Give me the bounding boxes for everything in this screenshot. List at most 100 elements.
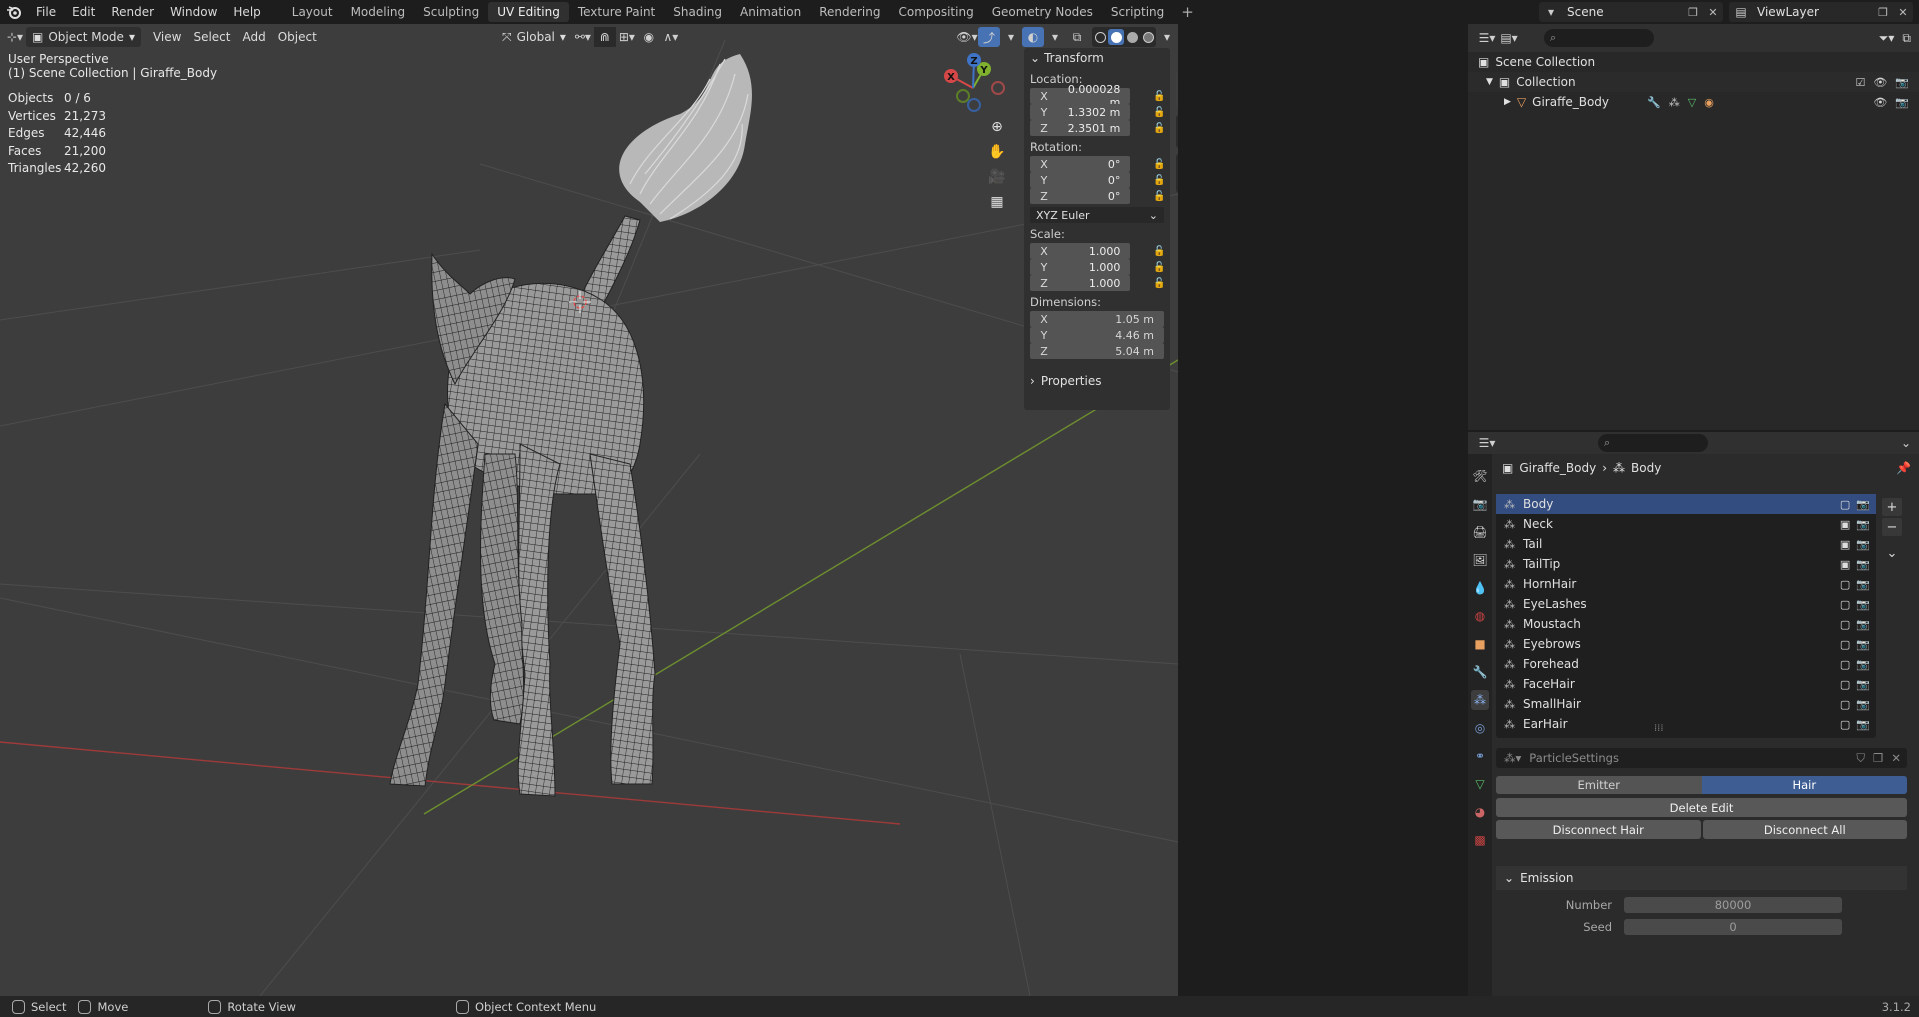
menu-window[interactable]: Window [162, 0, 225, 24]
show-viewport-icon[interactable]: ▣ [1840, 538, 1850, 551]
type-emitter-button[interactable]: Emitter [1496, 776, 1702, 794]
modifier-tab-icon[interactable]: 🔧 [1471, 662, 1489, 682]
dimensions-y-field[interactable]: Y 4.46 m [1030, 327, 1164, 343]
filter-icon[interactable]: ⏷▾ [1879, 31, 1895, 46]
particle-system-item[interactable]: ⁂ Body ▢ 📷 [1496, 494, 1876, 514]
physics-tab-icon[interactable]: ◎ [1471, 718, 1489, 738]
show-viewport-icon[interactable]: ▣ [1840, 558, 1850, 571]
show-viewport-icon[interactable]: ▢ [1840, 578, 1850, 591]
transform-orientation-dropdown[interactable]: ⤧ Global ▾ [496, 27, 572, 47]
delete-scene-icon[interactable]: ✕ [1703, 6, 1723, 19]
tab-geometry-nodes[interactable]: Geometry Nodes [983, 2, 1102, 22]
rotation-mode-dropdown[interactable]: XYZ Euler ⌄ [1030, 207, 1164, 223]
view-layer-tab-icon[interactable]: 🖼 [1471, 550, 1489, 570]
location-y-field[interactable]: Y 1.3302 m [1030, 104, 1131, 120]
emission-panel-header[interactable]: ⌄ Emission [1496, 866, 1907, 890]
particle-system-item[interactable]: ⁂ FaceHair ▢ 📷 [1496, 674, 1876, 694]
material-tab-icon[interactable]: ◕ [1471, 802, 1489, 822]
menu-help[interactable]: Help [225, 0, 268, 24]
number-field[interactable]: 80000 [1624, 897, 1842, 913]
show-viewport-icon[interactable]: ▢ [1840, 698, 1850, 711]
scale-y-field[interactable]: Y 1.000 [1030, 259, 1131, 275]
show-viewport-icon[interactable]: ▢ [1840, 618, 1850, 631]
particle-system-item[interactable]: ⁂ Neck ▣ 📷 [1496, 514, 1876, 534]
world-tab-icon[interactable]: ◍ [1471, 606, 1489, 626]
dimensions-x-field[interactable]: X 1.05 m [1030, 311, 1164, 327]
fake-user-icon[interactable]: ⛉ [1856, 751, 1865, 766]
viewport-menu-add[interactable]: Add [236, 27, 271, 47]
lock-icon[interactable]: 🔓 [1148, 123, 1170, 134]
zoom-icon[interactable]: ⊕ [985, 117, 1009, 137]
scene-tab-icon[interactable]: 💧 [1471, 578, 1489, 598]
tab-modeling[interactable]: Modeling [342, 2, 415, 22]
tab-sculpting[interactable]: Sculpting [414, 2, 488, 22]
location-x-field[interactable]: X 0.000028 m [1030, 83, 1131, 109]
list-resize-handle[interactable]: ⁞⁞⁞ [1654, 723, 1664, 734]
particles-icon[interactable]: ⁂ [1669, 96, 1680, 109]
disconnect-all-button[interactable]: Disconnect All [1702, 820, 1907, 839]
blender-logo-icon[interactable] [0, 0, 28, 24]
render-camera-icon[interactable]: 📷 [1856, 578, 1870, 591]
lock-icon[interactable]: 🔓 [1148, 91, 1170, 102]
render-camera-icon[interactable]: 📷 [1895, 96, 1909, 109]
particle-system-item[interactable]: ⁂ Tail ▣ 📷 [1496, 534, 1876, 554]
chevron-down-icon[interactable]: ⌄ [1901, 436, 1911, 450]
delete-view-layer-icon[interactable]: ✕ [1893, 6, 1913, 19]
show-viewport-icon[interactable]: ▢ [1840, 638, 1850, 651]
show-viewport-icon[interactable]: ▢ [1840, 678, 1850, 691]
giraffe-legs-mesh[interactable] [389, 402, 656, 797]
gizmo-neg-z-axis[interactable] [967, 98, 981, 112]
viewport-menu-select[interactable]: Select [187, 27, 236, 47]
delete-edit-button[interactable]: Delete Edit [1496, 798, 1907, 817]
menu-edit[interactable]: Edit [64, 0, 103, 24]
viewport-menu-object[interactable]: Object [272, 27, 323, 47]
render-camera-icon[interactable]: 📷 [1856, 698, 1870, 711]
render-camera-icon[interactable]: 📷 [1856, 538, 1870, 551]
xray-toggle-icon[interactable]: ⧉ [1066, 27, 1088, 47]
output-tab-icon[interactable]: 🖨 [1471, 522, 1489, 542]
render-camera-icon[interactable]: 📷 [1856, 598, 1870, 611]
particle-system-item[interactable]: ⁂ Eyebrows ▢ 📷 [1496, 634, 1876, 654]
lock-icon[interactable]: 🔓 [1148, 191, 1170, 202]
particle-system-item[interactable]: ⁂ EarHair ▢ 📷 [1496, 714, 1876, 734]
rendered-shading-icon[interactable] [1140, 29, 1156, 45]
particle-system-item[interactable]: ⁂ EyeLashes ▢ 📷 [1496, 594, 1876, 614]
particle-system-item[interactable]: ⁂ TailTip ▣ 📷 [1496, 554, 1876, 574]
list-menu-icon[interactable]: ⌄ [1882, 544, 1902, 562]
outliner-row-giraffe-body[interactable]: ▶ ▽ Giraffe_Body 🔧 ⁂ ▽ ◉ 👁 📷 [1468, 92, 1919, 112]
shading-menu-icon[interactable]: ▾ [1156, 27, 1178, 47]
visibility-icon[interactable]: 👁▾ [956, 27, 978, 47]
lock-icon[interactable]: 🔓 [1148, 246, 1170, 257]
navigation-gizmo[interactable]: X Y Z [944, 53, 1005, 112]
outliner-editor-type-icon[interactable]: ☰▾ [1476, 28, 1498, 48]
show-viewport-icon[interactable]: ▢ [1840, 718, 1850, 731]
overlays-toggle-icon[interactable]: ◐ [1022, 27, 1044, 47]
lock-icon[interactable]: 🔓 [1148, 175, 1170, 186]
viewport-menu-view[interactable]: View [147, 27, 187, 47]
tab-animation[interactable]: Animation [731, 2, 810, 22]
wireframe-shading-icon[interactable] [1092, 29, 1108, 45]
seed-field[interactable]: 0 [1624, 919, 1842, 935]
show-viewport-icon[interactable]: ▢ [1840, 598, 1850, 611]
show-viewport-icon[interactable]: ▢ [1840, 498, 1850, 511]
sidebar-tab-tool[interactable]: Tool [1176, 115, 1178, 149]
lock-icon[interactable]: 🔓 [1148, 107, 1170, 118]
tab-layout[interactable]: Layout [283, 2, 342, 22]
view-layer-name[interactable]: ViewLayer [1753, 5, 1873, 19]
exclude-checkbox[interactable]: ☑ [1855, 76, 1865, 89]
lock-icon[interactable]: 🔓 [1148, 262, 1170, 273]
type-hair-button[interactable]: Hair [1701, 776, 1907, 794]
pivot-point-icon[interactable]: ⚯▾ [572, 27, 594, 47]
particles-tab-icon[interactable]: ⁂ [1471, 690, 1489, 710]
show-viewport-icon[interactable]: ▢ [1840, 658, 1850, 671]
visibility-eye-icon[interactable]: 👁 [1873, 76, 1887, 89]
particle-settings-selector[interactable]: ⁂▾ ParticleSettings ⛉ ❐ ✕ [1496, 748, 1907, 768]
perspective-toggle-icon[interactable]: ▦ [985, 192, 1009, 212]
show-viewport-icon[interactable]: ▣ [1840, 518, 1850, 531]
new-scene-icon[interactable]: ❐ [1683, 6, 1703, 19]
snap-icon[interactable]: ⋒ [593, 27, 616, 47]
render-camera-icon[interactable]: 📷 [1856, 518, 1870, 531]
duplicate-icon[interactable]: ❐ [1873, 751, 1883, 766]
sidebar-tab-item[interactable]: Item [1176, 72, 1178, 110]
expand-arrow-icon[interactable]: ▶ [1504, 97, 1511, 107]
